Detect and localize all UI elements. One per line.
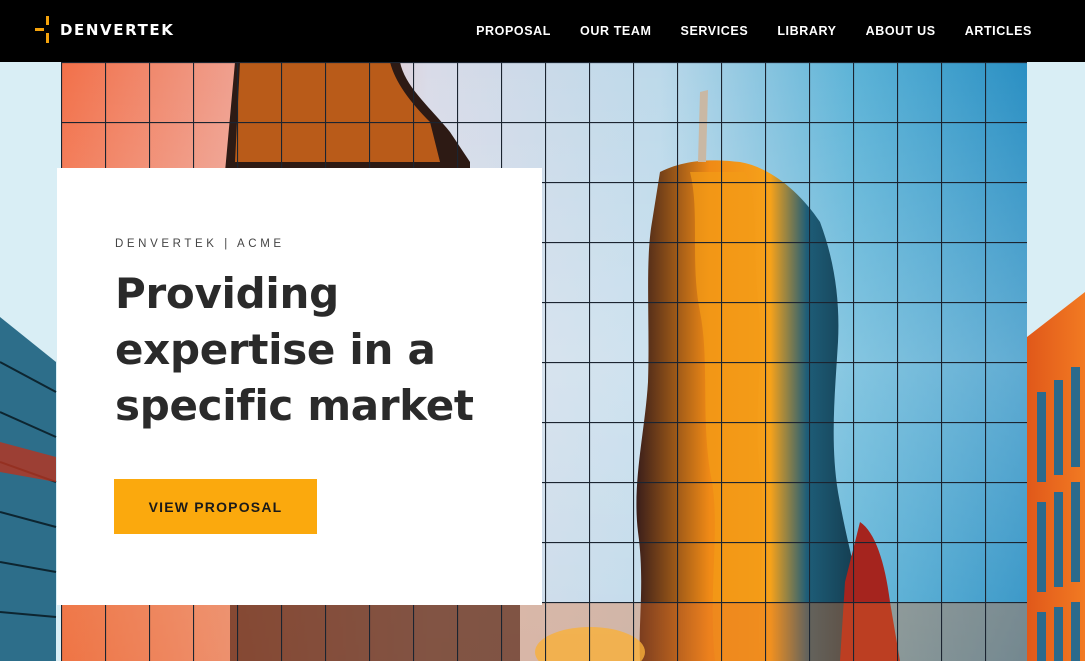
nav-item-articles[interactable]: ARTICLES [965,24,1032,38]
nav-item-services[interactable]: SERVICES [681,24,749,38]
nav-item-proposal[interactable]: PROPOSAL [476,24,551,38]
brand-logo-icon [35,16,52,44]
view-proposal-button[interactable]: VIEW PROPOSAL [114,479,317,534]
top-navigation-bar: DENVERTEK PROPOSAL OUR TEAM SERVICES LIB… [0,0,1085,62]
hero-eyebrow: DENVERTEK | ACME [115,238,285,250]
main-nav: PROPOSAL OUR TEAM SERVICES LIBRARY ABOUT… [476,0,1032,62]
nav-item-about-us[interactable]: ABOUT US [866,24,936,38]
hero-card: DENVERTEK | ACME Providing expertise in … [57,168,542,605]
nav-item-our-team[interactable]: OUR TEAM [580,24,651,38]
brand-name: DENVERTEK [60,21,175,39]
nav-item-library[interactable]: LIBRARY [777,24,836,38]
brand-logo[interactable]: DENVERTEK [35,16,175,44]
hero-headline: Providing expertise in a specific market [115,269,474,430]
